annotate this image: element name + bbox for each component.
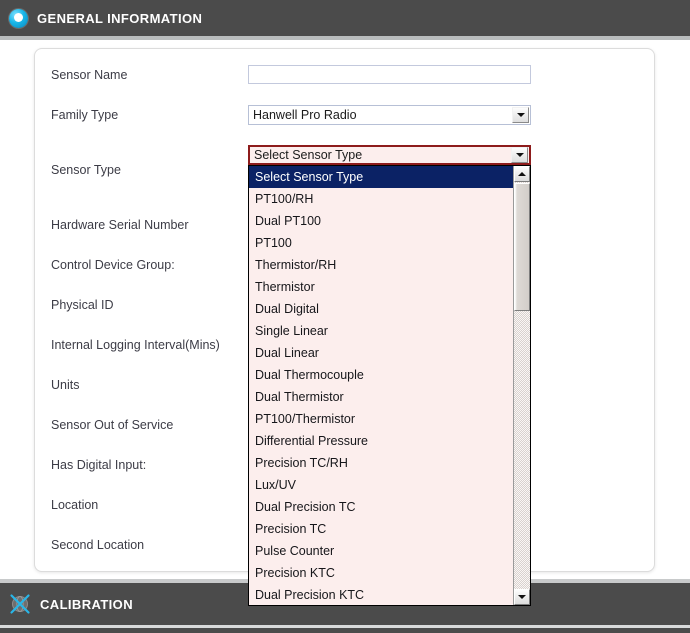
- dropdown-option[interactable]: PT100: [249, 232, 513, 254]
- label-internal-logging-interval: Internal Logging Interval(Mins): [51, 338, 220, 352]
- dropdown-option[interactable]: Differential Pressure: [249, 430, 513, 452]
- dropdown-option[interactable]: Precision TC/RH: [249, 452, 513, 474]
- sensor-type-value: Select Sensor Type: [254, 148, 363, 162]
- calibration-title: CALIBRATION: [40, 596, 133, 612]
- dropdown-option[interactable]: Dual Precision KTC: [249, 584, 513, 605]
- dropdown-options-container[interactable]: Select Sensor Type PT100/RH Dual PT100 PT10…: [249, 166, 513, 605]
- scrollbar-down-arrow-icon[interactable]: [514, 589, 530, 605]
- sensor-name-input[interactable]: [248, 65, 531, 84]
- family-type-combobox[interactable]: Hanwell Pro Radio: [248, 105, 531, 125]
- dropdown-option[interactable]: Select Sensor Type: [249, 166, 513, 188]
- label-has-digital-input: Has Digital Input:: [51, 458, 147, 472]
- calibration-crosshair-icon: [9, 593, 31, 615]
- label-units: Units: [51, 378, 80, 392]
- sensor-type-dropdown-list[interactable]: Select Sensor Type PT100/RH Dual PT100 PT10…: [248, 165, 531, 606]
- label-physical-id: Physical ID: [51, 298, 114, 312]
- label-second-location: Second Location: [51, 538, 145, 552]
- scrollbar-up-arrow-icon[interactable]: [514, 166, 530, 182]
- triangle-up-glyph: [518, 172, 526, 176]
- sensor-type-combobox[interactable]: Select Sensor Type: [248, 145, 531, 165]
- dropdown-option[interactable]: Thermistor/RH: [249, 254, 513, 276]
- dropdown-option[interactable]: PT100/Thermistor: [249, 408, 513, 430]
- record-circle-icon: [9, 8, 28, 28]
- dropdown-option[interactable]: Pulse Counter: [249, 540, 513, 562]
- label-sensor-name: Sensor Name: [51, 68, 128, 82]
- dropdown-option[interactable]: Dual PT100: [249, 210, 513, 232]
- dropdown-option[interactable]: Lux/UV: [249, 474, 513, 496]
- general-information-header: GENERAL INFORMATION: [0, 0, 690, 36]
- dropdown-option[interactable]: Dual Digital: [249, 298, 513, 320]
- label-control-device-group: Control Device Group:: [51, 258, 175, 272]
- dropdown-option[interactable]: Thermistor: [249, 276, 513, 298]
- dropdown-option[interactable]: Dual Thermistor: [249, 386, 513, 408]
- footer-bar: [0, 628, 690, 633]
- triangle-down-glyph: [518, 595, 526, 599]
- label-sensor-type: Sensor Type: [51, 163, 121, 177]
- general-information-title: GENERAL INFORMATION: [37, 10, 203, 26]
- dropdown-option[interactable]: Dual Thermocouple: [249, 364, 513, 386]
- chevron-down-icon[interactable]: [512, 107, 529, 123]
- triangle-down-glyph: [515, 153, 524, 157]
- dropdown-option[interactable]: Precision TC: [249, 518, 513, 540]
- triangle-down-glyph: [516, 113, 525, 117]
- label-family-type: Family Type: [51, 108, 119, 122]
- label-sensor-out-of-service: Sensor Out of Service: [51, 418, 174, 432]
- dropdown-scrollbar[interactable]: [513, 166, 530, 605]
- dropdown-option[interactable]: Precision KTC: [249, 562, 513, 584]
- chevron-down-icon[interactable]: [511, 147, 528, 163]
- header-divider: [0, 36, 690, 40]
- family-type-value: Hanwell Pro Radio: [253, 108, 357, 122]
- dropdown-option[interactable]: Single Linear: [249, 320, 513, 342]
- dropdown-option[interactable]: Dual Linear: [249, 342, 513, 364]
- dropdown-option[interactable]: Dual Precision TC: [249, 496, 513, 518]
- label-location: Location: [51, 498, 99, 512]
- scrollbar-thumb[interactable]: [514, 183, 530, 311]
- dropdown-option[interactable]: PT100/RH: [249, 188, 513, 210]
- label-hardware-serial-number: Hardware Serial Number: [51, 218, 189, 232]
